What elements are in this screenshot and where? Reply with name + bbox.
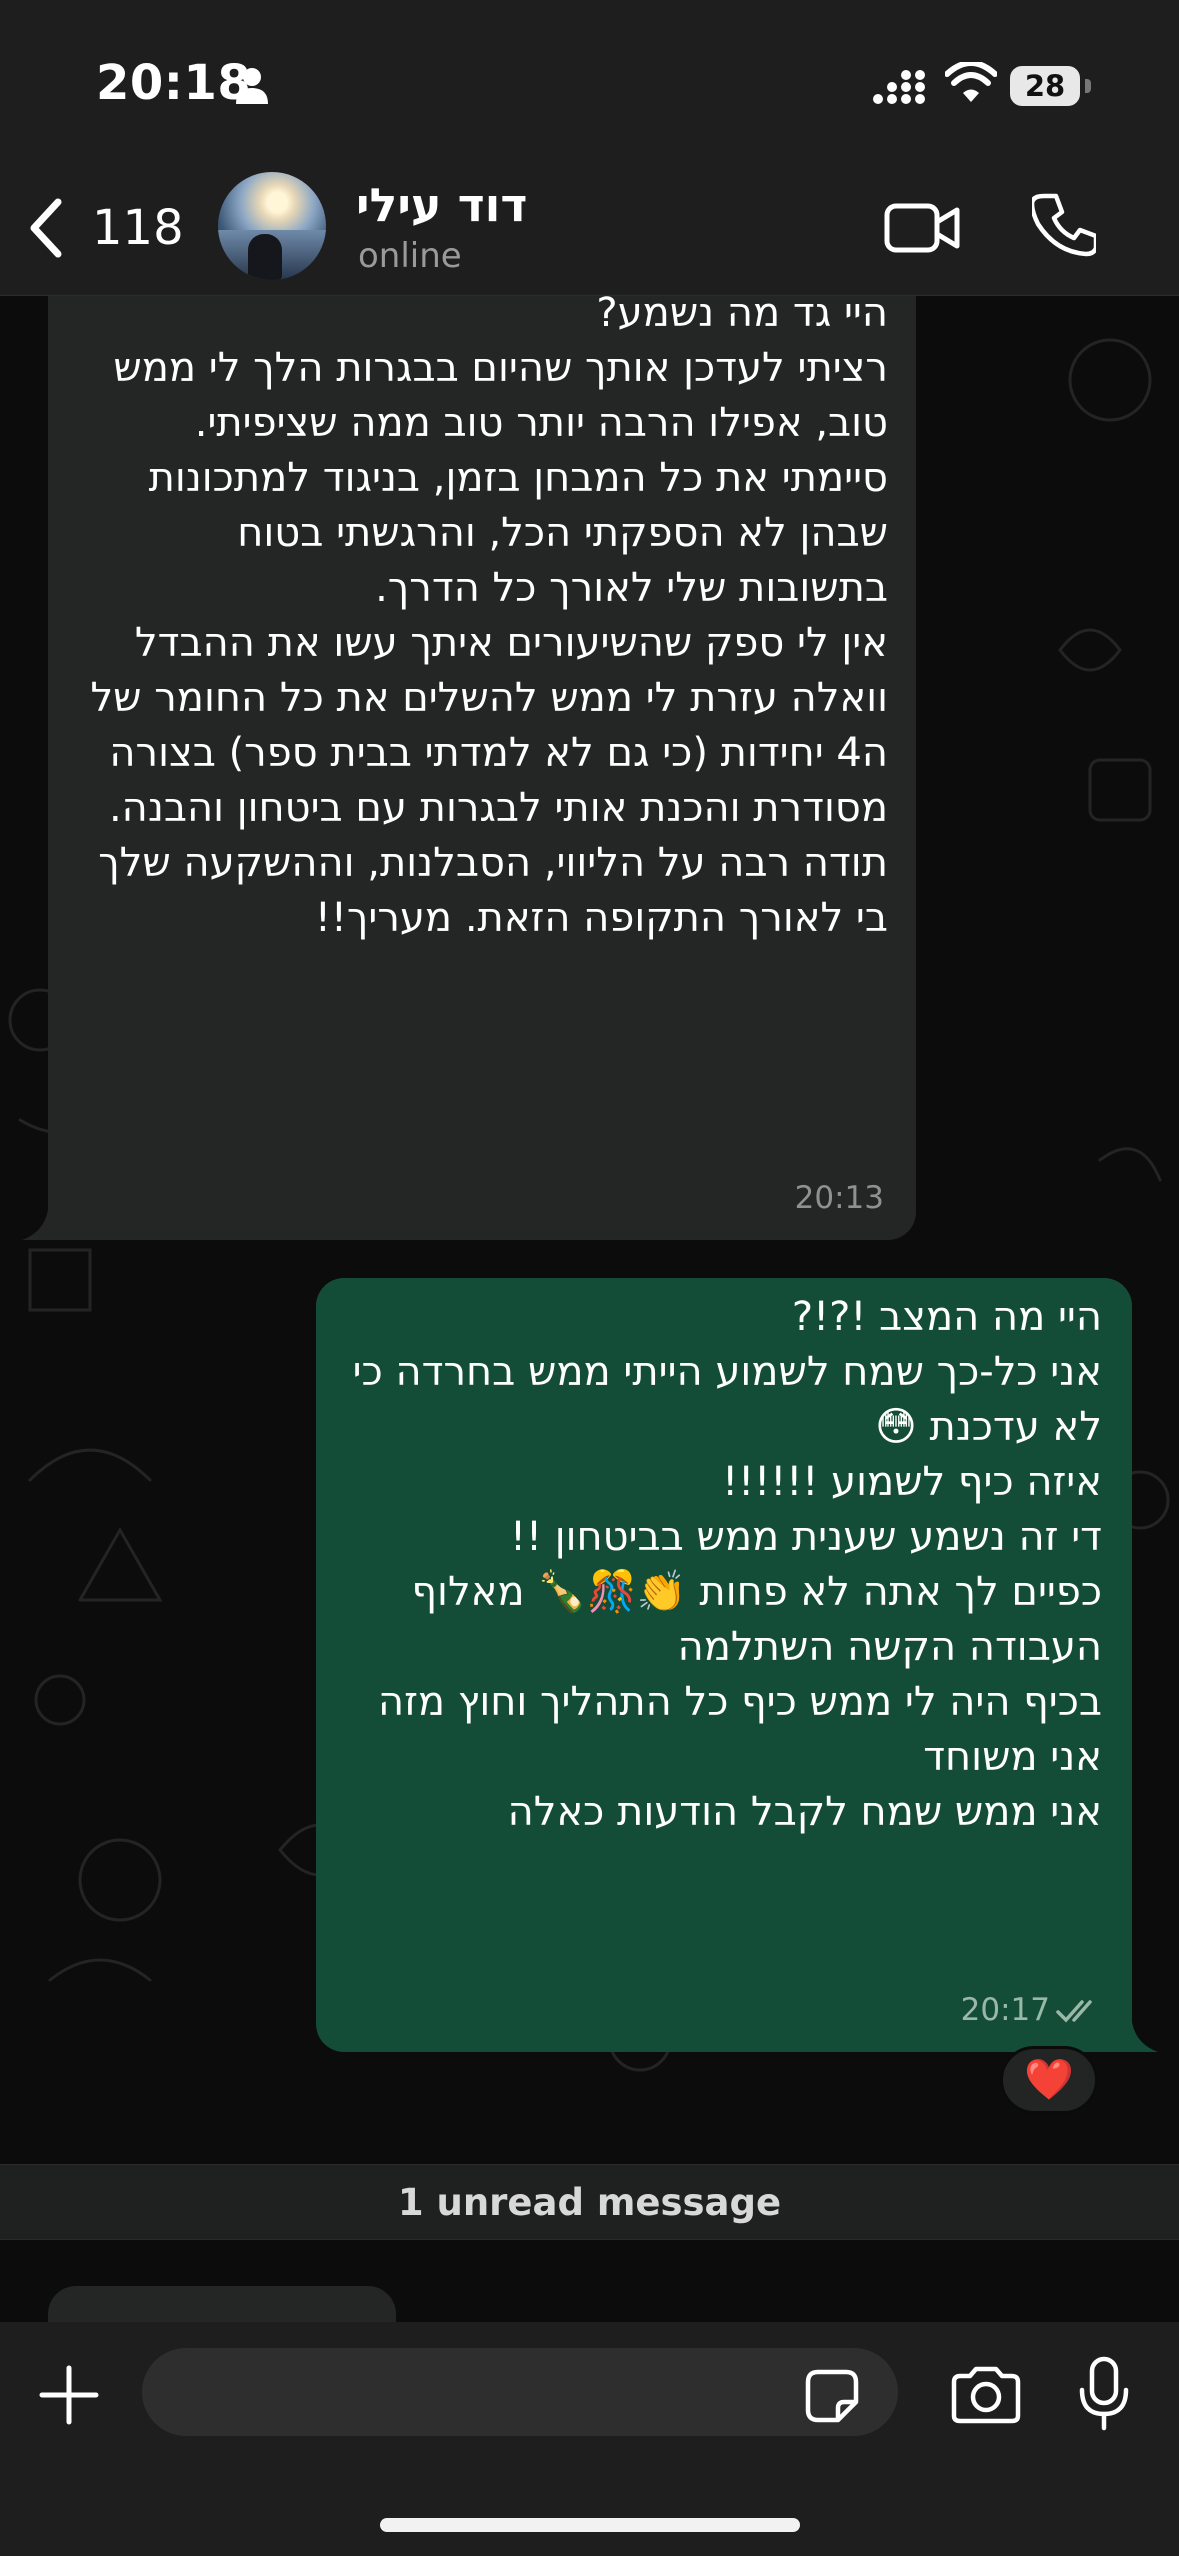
incoming-message-bubble[interactable]: היי גד מה נשמע? רציתי לעדכן אותך שהיום ב… [48,296,916,1240]
chevron-left-icon[interactable] [26,196,66,260]
heart-reaction-icon[interactable]: ❤️ [1000,2046,1098,2114]
status-bar: 20:18 28 [0,0,1179,160]
plus-icon[interactable] [38,2364,100,2426]
battery-icon: 28 [1010,66,1080,106]
double-check-icon [1056,1999,1092,2023]
battery-tip [1085,79,1091,93]
preview-message-bubble[interactable]: תודה רבה רבה [48,2286,396,2322]
wifi-icon [945,62,997,102]
person-icon [236,68,268,104]
outgoing-message-time: 20:17 [960,1992,1050,2028]
contact-name[interactable]: דוד עילי [356,178,527,232]
incoming-message-time: 20:13 [794,1180,884,1216]
home-indicator[interactable] [380,2518,800,2532]
chat-area[interactable]: היי גד מה נשמע? רציתי לעדכן אותך שהיום ב… [0,296,1179,2322]
avatar-photo-person [248,234,282,280]
camera-icon[interactable] [950,2366,1022,2424]
microphone-icon[interactable] [1078,2356,1130,2432]
signal-icon [873,70,925,104]
phone-icon[interactable] [1032,192,1096,258]
message-input[interactable] [142,2348,898,2436]
unread-messages-banner: 1 unread message [0,2164,1179,2240]
avatar[interactable] [218,172,326,280]
sticker-icon[interactable] [804,2368,860,2424]
chat-header: 118 דוד עילי online [0,160,1179,296]
outgoing-bubble-tail [1118,2022,1158,2052]
back-unread-count[interactable]: 118 [92,200,184,256]
outgoing-message-text: היי מה המצב !?!? אני כל-כך שמח לשמוע היי… [352,1294,1102,1835]
contact-status: online [358,236,462,276]
status-time: 20:18 [96,55,252,111]
incoming-message-text: היי גד מה נשמע? רציתי לעדכן אותך שהיום ב… [90,296,888,941]
preview-message-text: תודה רבה רבה [118,2310,372,2322]
outgoing-message-meta: 20:17 [961,1983,1102,2038]
message-composer [0,2322,1179,2556]
outgoing-message-bubble[interactable]: היי מה המצב !?!? אני כל-כך שמח לשמוע היי… [316,1278,1132,2052]
video-call-icon[interactable] [884,200,960,256]
